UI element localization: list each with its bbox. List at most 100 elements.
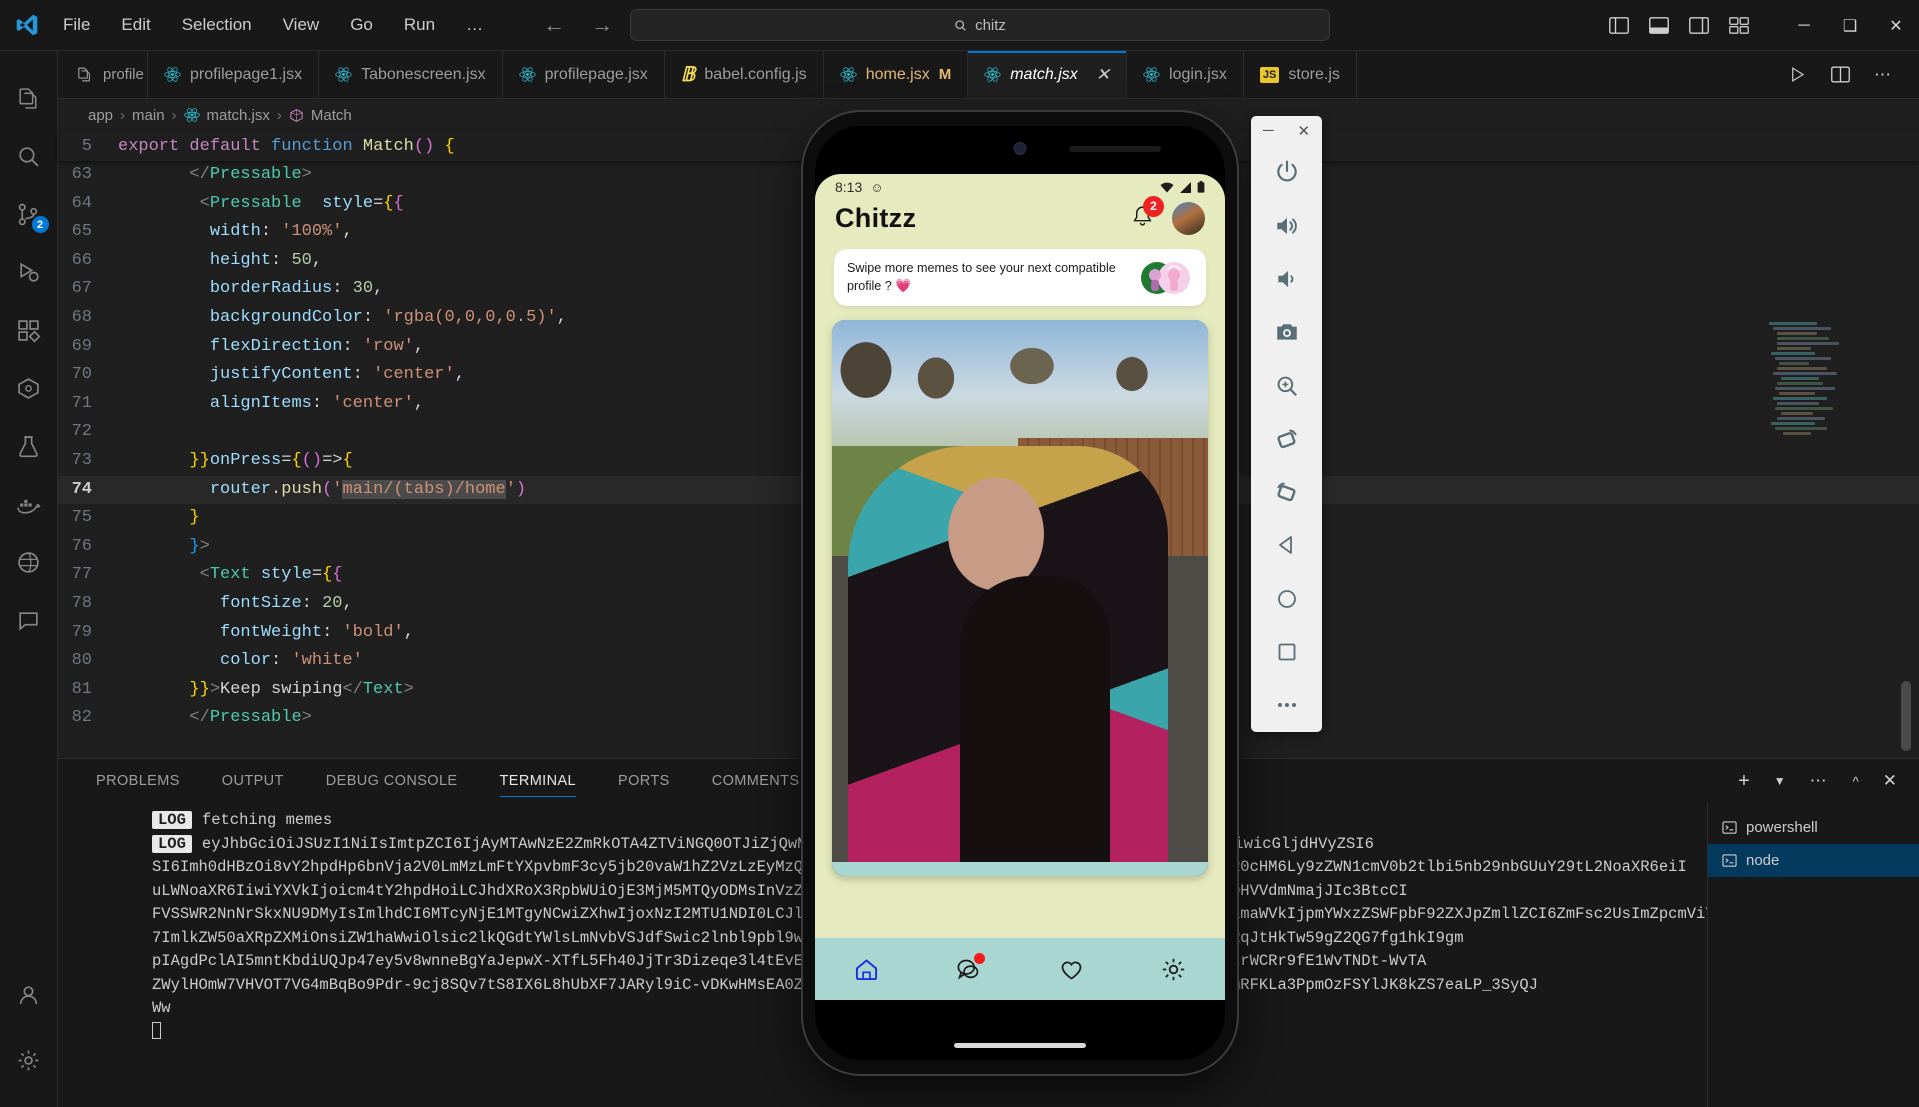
tab-label: profilepage1.jsx <box>190 65 303 83</box>
sidebar-item-settings[interactable] <box>0 1031 58 1089</box>
panel-tab-problems[interactable]: PROBLEMS <box>96 759 180 803</box>
tab-profilepage-jsx[interactable]: profilepage.jsx <box>502 51 665 98</box>
back-button[interactable] <box>1251 519 1322 572</box>
sidebar-item-chat[interactable] <box>0 591 58 649</box>
arrow-right-icon[interactable]: → <box>591 12 613 38</box>
breadcrumb-symbol[interactable]: Match <box>311 107 352 124</box>
tab-home-jsx[interactable]: home.jsx M <box>823 51 969 98</box>
tab-tabonescreen-jsx[interactable]: Tabonescreen.jsx <box>319 51 503 98</box>
triangle-back-icon <box>1278 536 1292 555</box>
panel-tab-terminal[interactable]: TERMINAL <box>499 759 577 803</box>
ellipsis-icon[interactable]: ⋯ <box>1810 771 1829 791</box>
power-button[interactable] <box>1251 146 1322 199</box>
line-number: 70 <box>71 365 92 385</box>
minimize-window-button[interactable]: ─ <box>1781 0 1827 51</box>
menu-selection[interactable]: Selection <box>177 12 257 38</box>
menu-run[interactable]: Run <box>399 12 440 38</box>
menu-more[interactable]: … <box>461 12 488 38</box>
volume-up-button[interactable] <box>1251 199 1322 252</box>
panel-tab-debug-console[interactable]: DEBUG CONSOLE <box>326 759 458 803</box>
swipe-hint-banner[interactable]: Swipe more memes to see your next compat… <box>834 249 1206 306</box>
tab-modified-indicator: M <box>938 66 952 83</box>
tab-label: babel.config.js <box>704 65 807 83</box>
sidebar-item-accounts[interactable] <box>0 973 58 1031</box>
meme-card[interactable] <box>832 320 1208 876</box>
extended-controls-button[interactable] <box>1251 679 1322 732</box>
notifications-button[interactable]: 2 <box>1130 195 1164 234</box>
android-emulator-window[interactable]: 8:13 ☺ Chitzz 2 Swipe more memes to see … <box>803 112 1237 1074</box>
settings-tab[interactable] <box>1154 949 1194 989</box>
tab-store-js[interactable]: JS store.js <box>1243 51 1357 98</box>
plus-icon[interactable]: + <box>1738 770 1750 793</box>
camera-icon <box>1276 324 1297 340</box>
sidebar-item-source-control[interactable]: 2 <box>0 185 58 243</box>
play-icon[interactable] <box>1788 65 1807 84</box>
panel-tab-comments[interactable]: COMMENTS <box>712 759 800 803</box>
toggle-secondary-sidebar-icon[interactable] <box>1689 17 1709 34</box>
tab-login-jsx[interactable]: login.jsx <box>1127 51 1244 98</box>
likes-tab[interactable] <box>1051 949 1091 989</box>
maximize-window-button[interactable]: ❑ <box>1827 0 1873 51</box>
toggle-panel-icon[interactable] <box>1649 17 1669 34</box>
tab-babel-config-js[interactable]: 𝔹 babel.config.js <box>664 51 824 98</box>
sidebar-item-remote-explorer[interactable] <box>0 359 58 417</box>
search-input[interactable]: chitz <box>630 9 1330 41</box>
breadcrumb-main[interactable]: main <box>132 107 165 124</box>
chevron-up-icon[interactable]: ^ <box>1853 774 1859 789</box>
sidebar-item-extensions[interactable] <box>0 301 58 359</box>
menu-view[interactable]: View <box>278 12 325 38</box>
menu-edit[interactable]: Edit <box>116 12 155 38</box>
babel-icon: 𝔹 <box>680 64 696 86</box>
menu-file[interactable]: File <box>58 12 95 38</box>
sidebar-item-search[interactable] <box>0 127 58 185</box>
sidebar-item-explorer[interactable] <box>0 69 58 127</box>
sidebar-item-testing[interactable] <box>0 417 58 475</box>
title-bar: File Edit Selection View Go Run … ← → ch… <box>0 0 1919 51</box>
terminal-instance-node[interactable]: node <box>1708 844 1919 877</box>
screenshot-button[interactable] <box>1251 306 1322 359</box>
customize-layout-icon[interactable] <box>1729 17 1749 34</box>
panel-tab-ports[interactable]: PORTS <box>618 759 670 803</box>
panel-tab-output[interactable]: OUTPUT <box>222 759 284 803</box>
close-icon[interactable]: ✕ <box>1883 771 1897 791</box>
home-tab[interactable] <box>846 949 886 989</box>
comment-icon <box>19 611 38 631</box>
menu-bar: File Edit Selection View Go Run … <box>54 12 488 38</box>
sidebar-item-database[interactable] <box>0 533 58 591</box>
sidebar-item-run-and-debug[interactable] <box>0 243 58 301</box>
split-editor-icon[interactable] <box>1831 66 1850 83</box>
overview-button[interactable] <box>1251 625 1322 678</box>
ellipsis-icon[interactable]: ⋯ <box>1874 65 1893 85</box>
volume-down-button[interactable] <box>1251 252 1322 305</box>
tab-profilepage1-jsx[interactable]: profilepage1.jsx <box>148 51 320 98</box>
menu-go[interactable]: Go <box>345 12 378 38</box>
avatar[interactable] <box>1172 202 1205 235</box>
account-icon <box>19 985 38 1004</box>
chevron-down-icon[interactable]: ▼ <box>1774 774 1786 788</box>
phone-screen[interactable]: 8:13 ☺ Chitzz 2 Swipe more memes to see … <box>815 126 1225 1060</box>
arrow-left-icon[interactable]: ← <box>543 12 565 38</box>
beaker-icon <box>19 435 38 457</box>
line-number: 65 <box>71 222 92 242</box>
tab-match-jsx[interactable]: match.jsx ✕ <box>968 51 1128 98</box>
minimap[interactable] <box>1761 322 1861 742</box>
rotate-right-button[interactable] <box>1251 465 1322 518</box>
close-icon[interactable]: ✕ <box>1096 65 1110 85</box>
breadcrumb-file[interactable]: match.jsx <box>207 107 270 124</box>
gesture-navigation-bar[interactable] <box>954 1043 1086 1048</box>
breadcrumb-app[interactable]: app <box>88 107 113 124</box>
tab-label: Tabonescreen.jsx <box>361 65 486 83</box>
editor-scrollbar[interactable] <box>1901 681 1911 751</box>
chat-tab[interactable] <box>949 949 989 989</box>
toggle-primary-sidebar-icon[interactable] <box>1609 17 1629 34</box>
sidebar-item-docker[interactable] <box>0 475 58 533</box>
close-window-button[interactable]: ✕ <box>1873 0 1919 51</box>
line-number: 82 <box>71 708 92 728</box>
emulator-close-button[interactable]: ✕ <box>1297 122 1310 140</box>
terminal-instance-powershell[interactable]: powershell <box>1708 811 1919 844</box>
emulator-minimize-button[interactable]: ─ <box>1263 122 1274 139</box>
line-number: 79 <box>71 622 92 642</box>
zoom-button[interactable] <box>1251 359 1322 412</box>
rotate-left-button[interactable] <box>1251 412 1322 465</box>
home-button[interactable] <box>1251 572 1322 625</box>
